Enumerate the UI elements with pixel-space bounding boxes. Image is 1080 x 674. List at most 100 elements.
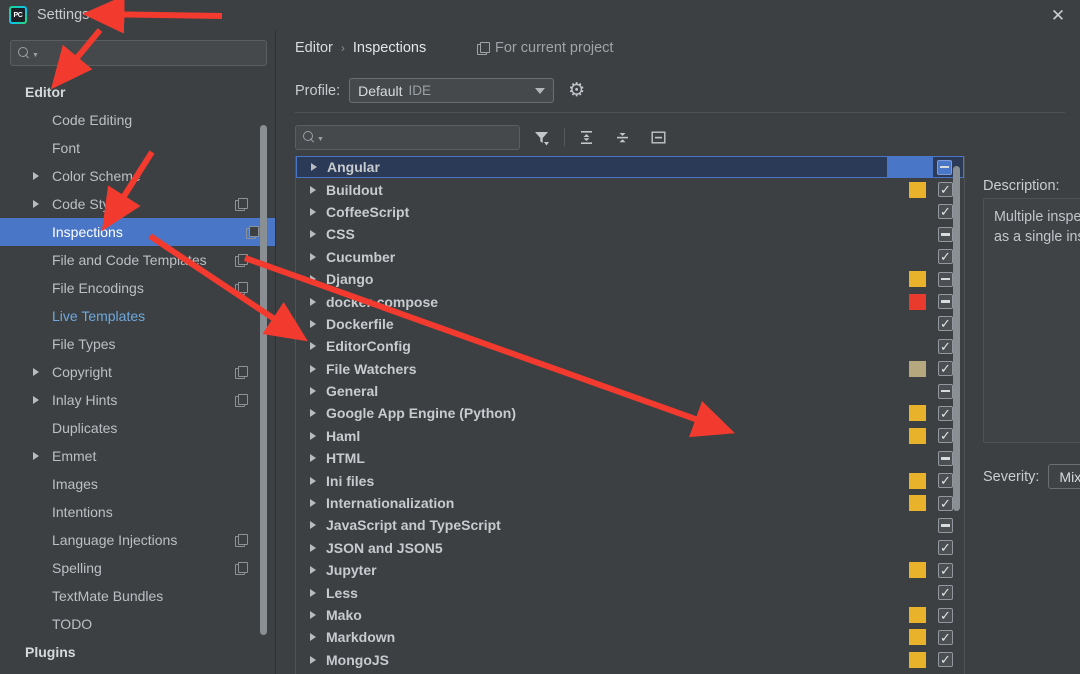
- expand-arrow-icon[interactable]: [310, 364, 316, 373]
- inspection-row[interactable]: CSS: [296, 223, 964, 245]
- sidebar-item-color-scheme[interactable]: Color Scheme: [0, 162, 265, 190]
- sidebar-item-duplicates[interactable]: Duplicates: [0, 414, 265, 442]
- inspection-row[interactable]: Buildout: [296, 178, 964, 200]
- sidebar-item-version-control[interactable]: Version Control: [0, 666, 265, 674]
- inspection-row[interactable]: Ini files: [296, 469, 964, 491]
- expand-arrow-icon[interactable]: [310, 633, 316, 642]
- expand-all-icon[interactable]: [571, 124, 601, 150]
- sidebar-item-editor[interactable]: Editor: [0, 78, 265, 106]
- expand-arrow-icon[interactable]: [33, 396, 39, 404]
- inspection-row[interactable]: JSON and JSON5: [296, 537, 964, 559]
- expand-arrow-icon[interactable]: [33, 172, 39, 180]
- filter-funnel-icon[interactable]: [526, 124, 556, 150]
- sidebar-item-file-encodings[interactable]: File Encodings: [0, 274, 265, 302]
- inspection-row[interactable]: Haml: [296, 425, 964, 447]
- expand-arrow-icon[interactable]: [311, 163, 317, 172]
- inspection-checkbox[interactable]: [938, 226, 953, 242]
- inspections-list[interactable]: Angular Buildout CoffeeScript CSS Cucumber Dj…: [295, 156, 965, 674]
- inspection-checkbox[interactable]: [938, 383, 953, 399]
- inspection-checkbox[interactable]: [938, 585, 953, 601]
- expand-arrow-icon[interactable]: [33, 368, 39, 376]
- inspection-checkbox[interactable]: [938, 182, 953, 198]
- sidebar-item-language-injections[interactable]: Language Injections: [0, 526, 265, 554]
- inspection-checkbox[interactable]: [938, 495, 953, 511]
- sidebar-item-plugins[interactable]: Plugins: [0, 638, 265, 666]
- inspection-row[interactable]: Markdown: [296, 626, 964, 648]
- sidebar-item-inspections[interactable]: Inspections: [0, 218, 275, 246]
- inspection-row[interactable]: Angular: [296, 156, 964, 179]
- inspection-checkbox[interactable]: [938, 473, 953, 489]
- sidebar-item-spelling[interactable]: Spelling: [0, 554, 265, 582]
- sidebar-search-input[interactable]: ▼: [10, 40, 267, 66]
- inspection-checkbox[interactable]: [938, 405, 953, 421]
- sidebar-item-intentions[interactable]: Intentions: [0, 498, 265, 526]
- inspection-checkbox[interactable]: [938, 428, 953, 444]
- inspections-search-input[interactable]: ▼: [295, 124, 520, 150]
- inspection-checkbox[interactable]: [938, 629, 953, 645]
- inspection-row[interactable]: Jupyter: [296, 559, 964, 581]
- expand-arrow-icon[interactable]: [310, 275, 316, 284]
- expand-arrow-icon[interactable]: [310, 409, 316, 418]
- minimize-box-icon[interactable]: [643, 124, 673, 150]
- inspection-checkbox[interactable]: [938, 540, 953, 556]
- inspection-checkbox[interactable]: [938, 652, 953, 668]
- sidebar-item-code-editing[interactable]: Code Editing: [0, 106, 265, 134]
- sidebar-scrollbar-thumb[interactable]: [260, 125, 267, 635]
- sidebar-item-inlay-hints[interactable]: Inlay Hints: [0, 386, 265, 414]
- gear-icon[interactable]: [568, 82, 586, 100]
- expand-arrow-icon[interactable]: [310, 297, 316, 306]
- expand-arrow-icon[interactable]: [310, 252, 316, 261]
- expand-arrow-icon[interactable]: [310, 185, 316, 194]
- expand-arrow-icon[interactable]: [310, 543, 316, 552]
- expand-arrow-icon[interactable]: [310, 476, 316, 485]
- sidebar-item-live-templates[interactable]: Live Templates: [0, 302, 265, 330]
- inspection-row[interactable]: JavaScript and TypeScript: [296, 514, 964, 536]
- sidebar-item-emmet[interactable]: Emmet: [0, 442, 265, 470]
- expand-arrow-icon[interactable]: [310, 588, 316, 597]
- inspection-checkbox[interactable]: [938, 316, 953, 332]
- inspection-checkbox[interactable]: [938, 204, 953, 220]
- inspection-row[interactable]: HTML: [296, 447, 964, 469]
- severity-select[interactable]: Mixed: [1048, 464, 1080, 489]
- inspection-checkbox[interactable]: [938, 338, 953, 354]
- expand-arrow-icon[interactable]: [33, 200, 39, 208]
- inspection-checkbox[interactable]: [938, 271, 953, 287]
- inspection-row[interactable]: Cucumber: [296, 246, 964, 268]
- sidebar-item-copyright[interactable]: Copyright: [0, 358, 265, 386]
- inspection-row[interactable]: General: [296, 380, 964, 402]
- sidebar-item-textmate-bundles[interactable]: TextMate Bundles: [0, 582, 265, 610]
- sidebar-item-file-types[interactable]: File Types: [0, 330, 265, 358]
- sidebar-item-font[interactable]: Font: [0, 134, 265, 162]
- inspection-row[interactable]: Dockerfile: [296, 313, 964, 335]
- inspection-checkbox[interactable]: [938, 517, 953, 533]
- profile-select[interactable]: Default IDE: [349, 78, 555, 103]
- inspection-row[interactable]: MongoJS: [296, 649, 964, 671]
- expand-arrow-icon[interactable]: [33, 452, 39, 460]
- close-icon[interactable]: ✕: [1042, 2, 1074, 28]
- sidebar-item-file-and-code-templates[interactable]: File and Code Templates: [0, 246, 265, 274]
- inspection-row[interactable]: Google App Engine (Python): [296, 402, 964, 424]
- inspection-row[interactable]: EditorConfig: [296, 335, 964, 357]
- inspections-scrollbar-thumb[interactable]: [953, 166, 960, 511]
- expand-arrow-icon[interactable]: [310, 207, 316, 216]
- inspection-checkbox[interactable]: [938, 607, 953, 623]
- expand-arrow-icon[interactable]: [310, 230, 316, 239]
- sidebar-item-code-style[interactable]: Code Style: [0, 190, 265, 218]
- expand-arrow-icon[interactable]: [310, 566, 316, 575]
- inspection-row[interactable]: Less: [296, 581, 964, 603]
- expand-arrow-icon[interactable]: [310, 431, 316, 440]
- inspection-checkbox[interactable]: [938, 249, 953, 265]
- expand-arrow-icon[interactable]: [310, 521, 316, 530]
- inspection-row[interactable]: CoffeeScript: [296, 201, 964, 223]
- inspection-row[interactable]: Mako: [296, 604, 964, 626]
- inspection-checkbox[interactable]: [938, 361, 953, 377]
- sidebar-item-images[interactable]: Images: [0, 470, 265, 498]
- inspection-checkbox[interactable]: [938, 294, 953, 310]
- expand-arrow-icon[interactable]: [310, 319, 316, 328]
- expand-arrow-icon[interactable]: [310, 387, 316, 396]
- expand-arrow-icon[interactable]: [310, 342, 316, 351]
- inspection-checkbox[interactable]: [938, 450, 953, 466]
- breadcrumb-parent[interactable]: Editor: [295, 40, 333, 56]
- inspection-checkbox[interactable]: [937, 159, 952, 175]
- inspection-row[interactable]: Django: [296, 268, 964, 290]
